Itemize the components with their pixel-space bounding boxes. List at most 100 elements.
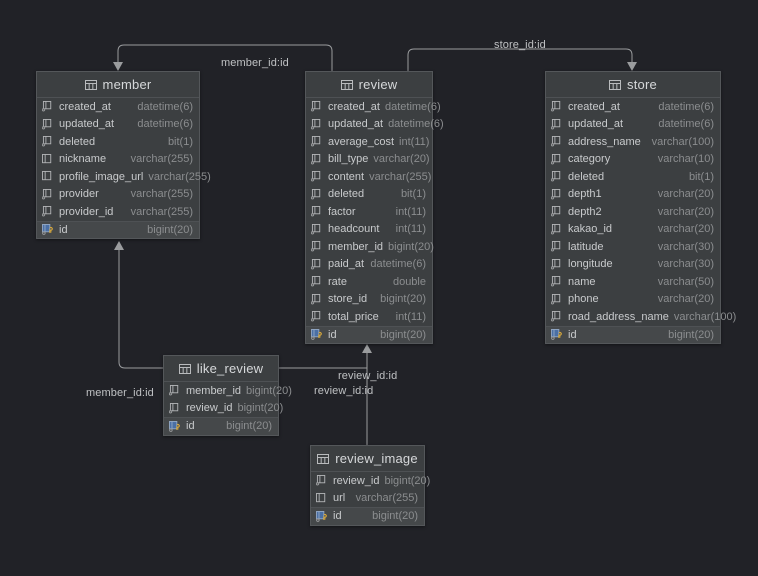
column-type: varchar(20) — [657, 205, 714, 218]
column-name: id — [328, 328, 337, 341]
column-type: int(11) — [395, 310, 426, 323]
column-row[interactable]: depth1 varchar(20) — [546, 186, 720, 204]
edge-like_review-member — [118, 248, 163, 369]
column-type: bit(1) — [167, 135, 193, 148]
column-type: varchar(255) — [130, 153, 193, 166]
column-row[interactable]: category varchar(10) — [546, 151, 720, 169]
column-row[interactable]: updated_at datetime(6) — [306, 116, 444, 134]
column-type: varchar(100) — [673, 310, 737, 323]
column-row[interactable]: updated_at datetime(6) — [37, 116, 199, 134]
column-notnull-icon — [310, 206, 323, 217]
edge-label-review-store: store_id:id — [494, 39, 546, 51]
edge-arrowhead-like_review-member — [114, 241, 124, 250]
column-row[interactable]: created_at datetime(6) — [546, 98, 720, 116]
column-name: created_at — [568, 100, 620, 113]
column-row[interactable]: profile_image_url varchar(255) — [37, 168, 211, 186]
edge-label-like_review-member: member_id:id — [86, 387, 154, 399]
column-row[interactable]: id bigint(20) — [164, 417, 278, 435]
column-row[interactable]: paid_at datetime(6) — [306, 256, 432, 274]
column-type: bigint(20) — [668, 328, 714, 341]
column-row[interactable]: kakao_id varchar(20) — [546, 221, 720, 239]
table-header-member[interactable]: member — [37, 72, 199, 98]
column-row[interactable]: updated_at datetime(6) — [546, 116, 720, 134]
column-row[interactable]: headcount int(11) — [306, 221, 432, 239]
column-row[interactable]: member_id bigint(20) — [164, 382, 292, 400]
column-row[interactable]: id bigint(20) — [306, 325, 432, 343]
table-header-review[interactable]: review — [306, 72, 432, 98]
column-notnull-icon — [310, 136, 323, 147]
column-type: varchar(10) — [657, 153, 714, 166]
column-row[interactable]: store_id bigint(20) — [306, 291, 432, 309]
column-type: bigint(20) — [237, 402, 284, 415]
edge-arrowhead-review_image-review — [362, 344, 372, 353]
column-type: varchar(255) — [130, 205, 193, 218]
column-row[interactable]: url varchar(255) — [311, 490, 424, 508]
column-type: varchar(20) — [657, 188, 714, 201]
column-type: varchar(255) — [130, 188, 193, 201]
column-notnull-icon — [550, 171, 563, 182]
column-type: int(11) — [395, 223, 426, 236]
column-type: bigint(20) — [380, 328, 426, 341]
table-columns-review: created_at datetime(6) updated_at datetime… — [306, 98, 444, 343]
table-node-member[interactable]: member created_at datetime(6) updated_at d… — [36, 71, 211, 239]
column-type: datetime(6) — [384, 100, 441, 113]
column-name: nickname — [59, 153, 107, 166]
table-node-review[interactable]: review created_at datetime(6) updated_at d… — [305, 71, 444, 344]
column-row[interactable]: provider varchar(255) — [37, 186, 199, 204]
column-name: factor — [328, 205, 356, 218]
column-name: deleted — [59, 135, 96, 148]
column-row[interactable]: address_name varchar(100) — [546, 133, 720, 151]
column-row[interactable]: road_address_name varchar(100) — [546, 308, 736, 326]
column-name: category — [568, 153, 611, 166]
column-row[interactable]: id bigint(20) — [311, 507, 424, 525]
table-header-review_image[interactable]: review_image — [311, 446, 424, 472]
column-row[interactable]: latitude varchar(30) — [546, 238, 720, 256]
column-row[interactable]: depth2 varchar(20) — [546, 203, 720, 221]
column-row[interactable]: created_at datetime(6) — [37, 98, 199, 116]
column-row[interactable]: provider_id varchar(255) — [37, 203, 199, 221]
edge-label-review_image-review: review_id:id — [338, 370, 398, 382]
column-row[interactable]: created_at datetime(6) — [306, 98, 441, 116]
edge-arrowhead-review-member — [113, 62, 123, 71]
column-notnull-icon — [310, 258, 323, 270]
column-type: datetime(6) — [370, 258, 426, 271]
column-name: address_name — [568, 135, 641, 148]
table-grid-icon — [609, 79, 622, 91]
diagram-canvas[interactable]: member_id:id store_id:id member_id:id revie… — [0, 0, 758, 576]
column-row[interactable]: bill_type varchar(20) — [306, 151, 432, 169]
column-row[interactable]: deleted bit(1) — [306, 186, 432, 204]
column-name: created_at — [59, 100, 111, 113]
column-notnull-icon — [41, 188, 54, 200]
table-node-like_review[interactable]: like_review member_id bigint(20) review_i… — [163, 355, 292, 436]
column-row[interactable]: member_id bigint(20) — [306, 238, 434, 256]
column-row[interactable]: review_id bigint(20) — [311, 472, 430, 490]
primary-key-icon — [42, 224, 54, 236]
column-row[interactable]: id bigint(20) — [546, 325, 720, 343]
column-row[interactable]: average_cost int(11) — [306, 133, 432, 151]
column-nullable-icon — [316, 492, 328, 504]
table-title: review_image — [335, 451, 418, 466]
column-row[interactable]: total_price int(11) — [306, 308, 432, 326]
table-header-like_review[interactable]: like_review — [164, 356, 278, 382]
table-header-store[interactable]: store — [546, 72, 720, 98]
column-type: int(11) — [399, 135, 430, 148]
table-node-store[interactable]: store created_at datetime(6) updated_at da… — [545, 71, 736, 344]
column-row[interactable]: deleted bit(1) — [546, 168, 720, 186]
table-grid-icon — [84, 79, 97, 91]
column-row[interactable]: name varchar(50) — [546, 273, 720, 291]
column-row[interactable]: rate double — [306, 273, 432, 291]
column-type: varchar(20) — [373, 153, 430, 166]
column-row[interactable]: content varchar(255) — [306, 168, 432, 186]
column-notnull-icon — [310, 223, 323, 235]
column-row[interactable]: factor int(11) — [306, 203, 432, 221]
column-row[interactable]: longitude varchar(30) — [546, 256, 720, 274]
table-node-review_image[interactable]: review_image review_id bigint(20) url varc… — [310, 445, 430, 526]
column-row[interactable]: id bigint(20) — [37, 220, 199, 238]
column-row[interactable]: review_id bigint(20) — [164, 400, 283, 418]
column-type: varchar(255) — [148, 170, 211, 183]
table-grid-icon — [317, 453, 330, 465]
column-row[interactable]: nickname varchar(255) — [37, 151, 199, 169]
column-row[interactable]: deleted bit(1) — [37, 133, 199, 151]
column-row[interactable]: phone varchar(20) — [546, 291, 720, 309]
column-notnull-icon — [550, 153, 563, 165]
